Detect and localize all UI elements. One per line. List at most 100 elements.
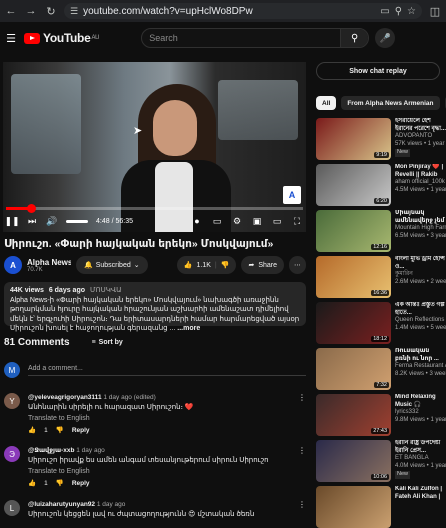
recommendation-title[interactable]: Միայնակ ամենավերջ չեմ կարող [395,210,446,225]
bookmark-star-icon[interactable]: ☆ [407,6,416,17]
recommendation-thumbnail[interactable]: 6:20 [316,164,391,206]
miniplayer-icon[interactable]: ▣ [251,215,263,227]
comment-avatar[interactable]: Э [4,446,20,462]
site-info-icon[interactable]: ☰ [70,6,78,17]
subscribed-button[interactable]: 🔔 Subscribed ⌄ [76,256,148,274]
recommendation-title[interactable]: ইসরায়েলে হেঁশ ইরানের পরেশে বৃদ্ধা... [395,118,446,133]
reply-button[interactable]: Reply [72,479,90,488]
pause-icon[interactable]: ❚❚ [4,215,19,227]
sort-by-button[interactable]: ≡ Sort by [92,339,123,346]
recommendation-title[interactable]: ইরানি রাষ্ট্র উপদেষ্টা ইরানি প্রেস... [395,440,446,455]
dislike-icon[interactable]: 👎 [221,261,230,269]
voice-search-button[interactable]: 🎤 [375,28,396,48]
like-count[interactable]: 1.1K [196,262,210,269]
recommendation-title[interactable]: বাংলা মুভি ড্রাম হেন্সি ও... [395,256,446,271]
recommendation-channel[interactable]: ET BANGLA [395,455,446,463]
comment-menu-icon[interactable]: ⋮ [298,393,306,435]
recommendation-thumbnail[interactable]: 27:43 [316,394,391,436]
recommendation-thumbnail[interactable]: 16:36 [316,256,391,298]
autoplay-toggle-icon[interactable]: ● [191,215,203,227]
next-icon[interactable]: ⏭ [26,215,38,227]
duration-badge: 18:12 [371,336,389,342]
recommendation-title[interactable]: Mon Pinjiray ❤️ | Revelli || Rakib Musab… [395,164,446,179]
reply-button[interactable]: Reply [72,426,90,435]
comment-author[interactable]: @Ջավջյա-xxb [28,447,74,454]
recommendation-channel[interactable]: ADVOPANTO [395,133,446,141]
dislike-icon[interactable]: 👎 [56,426,64,435]
reload-icon[interactable]: ↻ [44,4,58,18]
recommendation-title[interactable]: Mind Relaxing Music 🎧 #Sweet+Newest... [395,394,446,409]
comment-menu-icon[interactable]: ⋮ [298,500,306,519]
recommendation-thumbnail[interactable]: 12:16 [316,210,391,252]
chip-all[interactable]: All [316,96,337,110]
chip-from-channel[interactable]: From Alpha News Armenian [341,96,440,110]
theater-mode-icon[interactable]: ▭ [271,215,283,227]
url-text[interactable]: youtube.com/watch?v=upHclWo8DPw [83,6,375,17]
recommendation-channel[interactable]: Mountain High Farm [395,225,446,233]
like-icon[interactable]: 👍 [28,479,36,488]
like-icon[interactable]: 👍 [184,261,193,269]
recommendation-channel[interactable]: Ferma Restaurant A... [395,363,446,371]
recommendation-item[interactable]: Kali Kali Zulfon | Fateh Ali Khan | [316,486,446,528]
recommendation-item[interactable]: 10:06 ইরানি রাষ্ট্র উপদেষ্টা ইরানি প্রেস.… [316,440,446,482]
recommendation-thumbnail[interactable]: 18:12 [316,302,391,344]
comment-author[interactable]: @yeleveagrigoryan3111 [28,394,102,401]
add-comment-input[interactable]: Add a comment... [28,365,306,376]
comment-avatar[interactable]: Y [4,393,20,409]
recommendation-item[interactable]: 9:19 ইসরায়েলে হেঁশ ইরানের পরেশে বৃদ্ধা..… [316,118,446,160]
recommendation-item[interactable]: 18:12 এক আন্তঃ প্রস্তুত গল্প হাতে... Queen… [316,302,446,344]
recommendation-thumbnail[interactable]: 10:06 [316,440,391,482]
description-box[interactable]: 44K views 6 days ago ՄՈՍԿՎԱ Alpha News-ի… [4,282,306,332]
recommendation-item[interactable]: 12:16 Միայնակ ամենավերջ չեմ կարողMountain… [316,210,446,252]
comment-avatar[interactable]: L [4,500,20,516]
search-button[interactable]: ⚲ [340,29,369,47]
menu-icon[interactable]: ☰ [4,31,18,45]
translate-link[interactable]: Translate to English [28,414,290,423]
recommendation-thumbnail[interactable] [316,486,391,528]
search-box[interactable]: Search ⚲ [141,28,370,48]
recommendation-item[interactable]: 27:43 Mind Relaxing Music 🎧 #Sweet+Newest… [316,394,446,436]
address-bar[interactable]: ☰ youtube.com/watch?v=upHclWo8DPw ▭ ⚲ ☆ [64,3,422,19]
recommendation-title[interactable]: Ռուսական բռնի ու նոր ... [395,348,446,363]
translate-link[interactable]: Translate to English [28,467,290,476]
fullscreen-icon[interactable]: ⛶ [291,215,303,227]
channel-watermark[interactable]: A [283,186,301,204]
cast-icon[interactable]: ▭ [380,6,389,17]
zoom-icon[interactable]: ⚲ [395,6,402,17]
recommendation-thumbnail[interactable]: 7:32 [316,348,391,390]
volume-icon[interactable]: 🔊 [46,215,58,227]
recommendation-channel[interactable]: Queen Reflections [395,317,446,325]
recommendation-item[interactable]: 7:32 Ռուսական բռնի ու նոր ... Ferma Restau… [316,348,446,390]
more-link[interactable]: ...more [177,325,200,332]
show-chat-replay-button[interactable]: Show chat replay [316,62,440,80]
progress-scrubber[interactable] [26,204,36,213]
more-actions-button[interactable]: ⋯ [289,256,306,274]
recommendation-thumbnail[interactable]: 9:19 [316,118,391,160]
comment-menu-icon[interactable]: ⋮ [298,446,306,488]
dislike-icon[interactable]: 👎 [56,479,64,488]
video-progress-bar[interactable] [6,204,303,213]
volume-slider[interactable] [66,219,88,223]
like-icon[interactable]: 👍 [28,426,36,435]
recommendation-title[interactable]: Kali Kali Zulfon | Fateh Ali Khan | [395,486,446,501]
subtitles-icon[interactable]: ▭ [211,215,223,227]
my-avatar[interactable]: M [4,362,20,378]
youtube-logo[interactable]: YouTube AU [24,31,99,45]
share-button[interactable]: ➦ Share [241,256,284,274]
recommendation-info: ইরানি রাষ্ট্র উপদেষ্টা ইরানি প্রেস... ET … [395,440,446,482]
comment-author[interactable]: @luizaharutyunyan92 [28,501,95,508]
search-input[interactable]: Search [142,33,340,43]
forward-icon[interactable]: → [24,4,38,18]
recommendation-channel[interactable]: কুমারিন [395,271,446,279]
recommendation-title[interactable]: এক আন্তঃ প্রস্তুত গল্প হাতে... [395,302,446,317]
channel-avatar[interactable]: A [4,256,22,274]
recommendation-item[interactable]: 16:36 বাংলা মুভি ড্রাম হেন্সি ও... কুমারিন… [316,256,446,298]
channel-name[interactable]: Alpha News... [27,258,71,267]
recommendation-channel[interactable]: lyrics332 [395,409,446,417]
recommendation-item[interactable]: 6:20 Mon Pinjiray ❤️ | Revelli || Rakib M… [316,164,446,206]
recommendation-channel[interactable]: aham official_100k [395,179,446,187]
extensions-icon[interactable]: ◫ [428,4,442,18]
settings-gear-icon[interactable]: ⚙ [231,215,243,227]
recommendation-views: 9.8M views • 1 year [395,416,446,423]
back-icon[interactable]: ← [4,4,18,18]
